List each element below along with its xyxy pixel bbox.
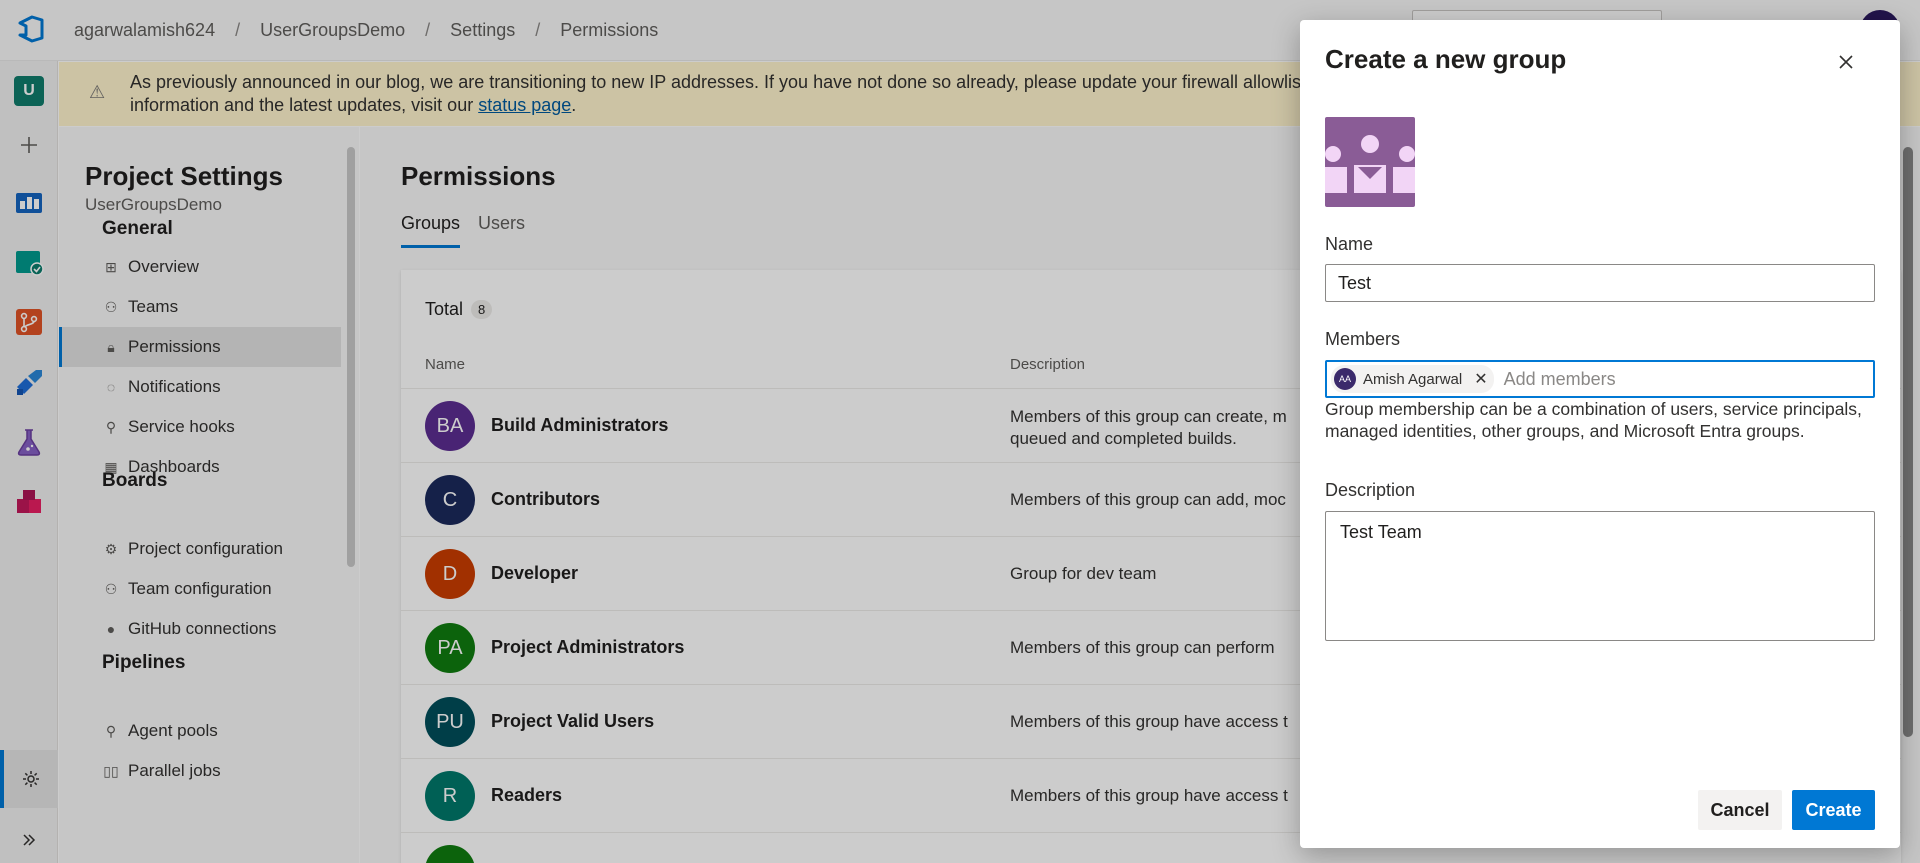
members-label: Members xyxy=(1325,329,1401,349)
member-chip-avatar: AA xyxy=(1334,368,1356,390)
name-field[interactable]: Test xyxy=(1325,264,1875,302)
name-label: Name xyxy=(1325,234,1374,254)
name-field-value: Test xyxy=(1338,272,1372,293)
create-button[interactable]: Create xyxy=(1792,790,1875,830)
close-icon[interactable] xyxy=(1826,42,1866,82)
group-people-icon xyxy=(1325,135,1415,193)
members-input-placeholder[interactable]: Add members xyxy=(1504,369,1616,390)
members-picker[interactable]: AA Amish Agarwal ✕ Add members xyxy=(1325,360,1875,398)
remove-member-icon[interactable]: ✕ xyxy=(1474,369,1487,389)
group-image[interactable] xyxy=(1325,117,1415,207)
members-help-text: Group membership can be a combination of… xyxy=(1325,399,1862,441)
description-field[interactable]: Test Team xyxy=(1325,511,1875,641)
member-chip-name: Amish Agarwal xyxy=(1363,370,1463,388)
member-chip: AA Amish Agarwal ✕ xyxy=(1331,365,1494,393)
dialog-title: Create a new group xyxy=(1325,44,1567,74)
app: agarwalamish624 / UserGroupsDemo / Setti… xyxy=(0,0,1920,863)
create-group-dialog: Create a new group Name Test Members AA … xyxy=(1300,20,1900,848)
description-label: Description xyxy=(1325,480,1416,500)
cancel-button[interactable]: Cancel xyxy=(1698,790,1782,830)
